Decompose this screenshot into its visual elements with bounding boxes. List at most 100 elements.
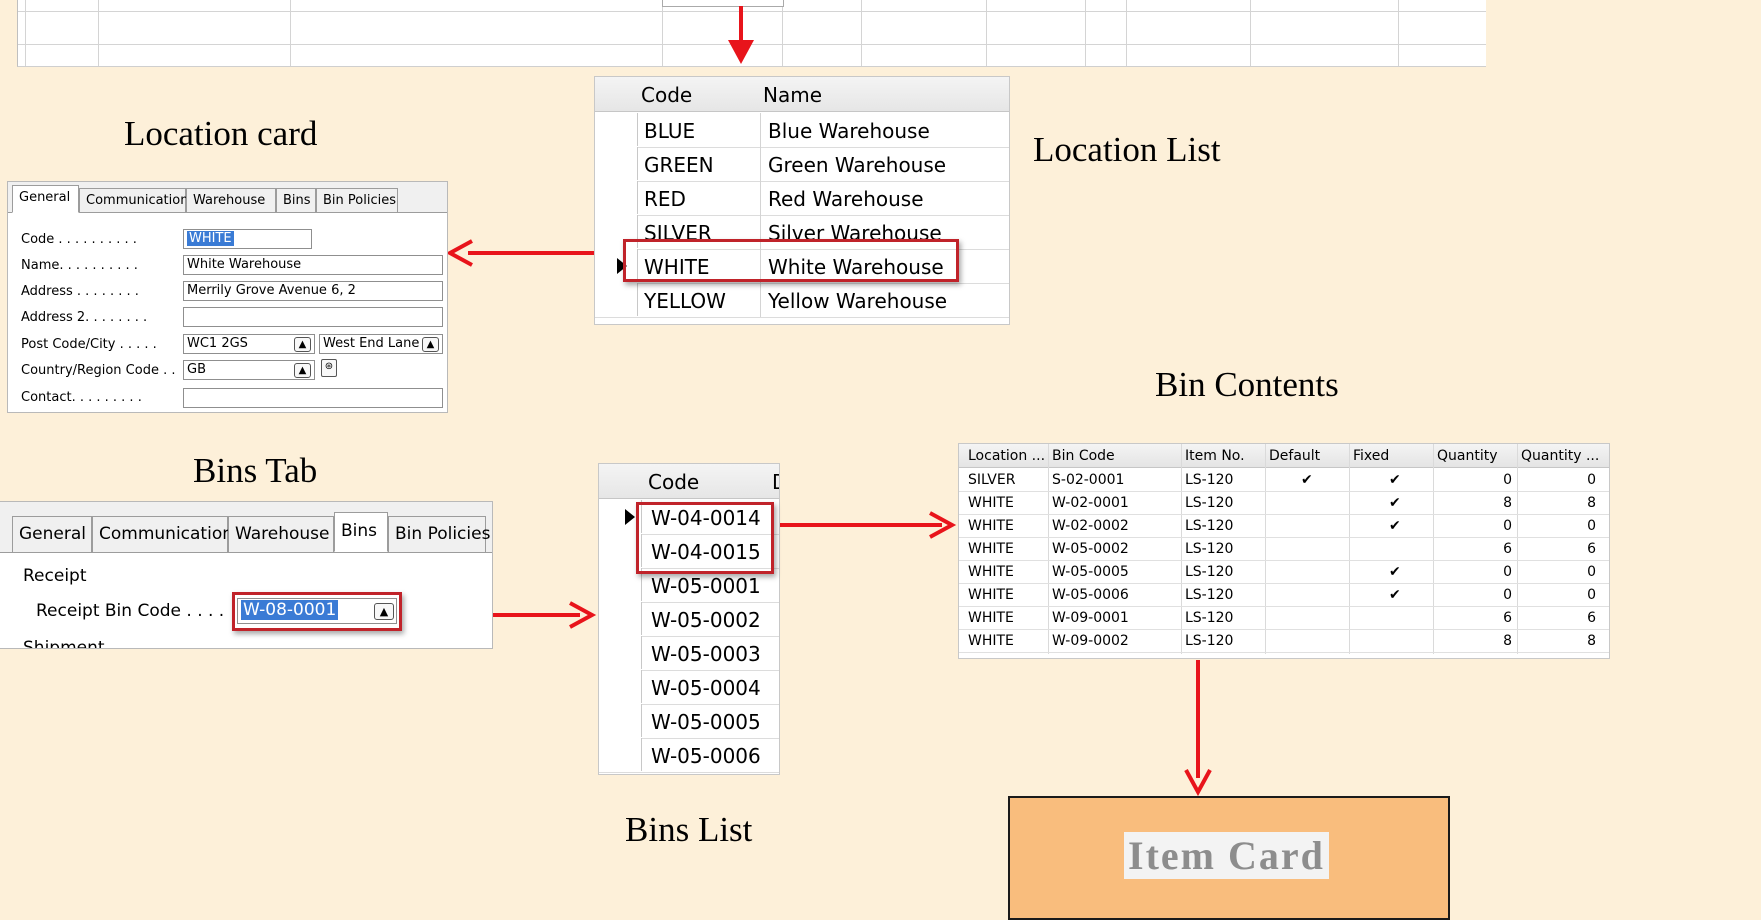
bin-code: W-05-0004 [651,676,761,700]
contact-label: Contact. . . . . . . . . [21,390,142,405]
bin-code: W-05-0002 [651,608,761,632]
item-card-label: Item Card [1124,832,1329,879]
location-code: RED [644,187,686,211]
bin-contents-row[interactable]: WHITE W-05-0002 LS-120 6 6 [959,537,1609,561]
cell-bin-code: W-02-0001 [1052,495,1129,511]
checkmark-icon[interactable]: ✔ [1301,472,1313,488]
cell-quantity-base: 8 [1587,495,1596,511]
globe-icon[interactable]: ⊛ [321,359,337,377]
column-header-item-no[interactable]: Item No. [1185,448,1245,464]
cell-quantity-base: 0 [1587,472,1596,488]
address2-label: Address 2. . . . . . . . [21,310,148,325]
name-field[interactable]: White Warehouse [183,255,443,275]
row-selector[interactable] [599,602,642,635]
row-selector[interactable] [599,738,642,771]
bin-contents-row[interactable]: SILVER S-02-0001 LS-120 ✔ ✔ 0 0 [959,468,1609,492]
row-selector[interactable] [599,670,642,703]
address-field[interactable]: Merrily Grove Avenue 6, 2 [183,281,443,301]
location-name: Blue Warehouse [768,119,930,143]
contact-field[interactable] [183,388,443,408]
cell-quantity: 8 [1503,633,1512,649]
location-list-header: Code Name [595,77,1009,112]
checkmark-icon[interactable]: ✔ [1389,587,1401,603]
cell-quantity: 6 [1503,541,1512,557]
bin-row[interactable]: W-05-0005 [599,704,779,739]
bin-row[interactable]: W-05-0006 [599,738,779,773]
receipt-bin-code-label: Receipt Bin Code . . . . [36,601,225,621]
bin-contents-row[interactable]: WHITE W-02-0001 LS-120 ✔ 8 8 [959,491,1609,515]
bins-list-title: Bins List [625,810,753,849]
tab-bin-policies[interactable]: Bin Policies [316,188,398,212]
cell-location: WHITE [968,518,1014,534]
cell-bin-code: W-02-0002 [1052,518,1129,534]
bin-row[interactable]: W-05-0004 [599,670,779,705]
cell-item-no: LS-120 [1185,610,1234,626]
cell-quantity: 0 [1503,518,1512,534]
tab-bin-policies[interactable]: Bin Policies [388,516,490,552]
row-selector[interactable] [595,181,638,214]
location-card-tabs: General Communication Warehouse Bins Bin… [8,182,447,213]
postcode-lookup-icon[interactable]: ▲ [294,337,311,352]
code-field[interactable]: WHITE [183,229,312,249]
column-header-name[interactable]: Name [763,83,822,107]
location-row-red[interactable]: RED Red Warehouse [595,181,1009,216]
tab-bins[interactable]: Bins [276,188,316,212]
country-region-label: Country/Region Code . . [21,363,176,378]
cell-item-no: LS-120 [1185,541,1234,557]
code-value: WHITE [187,231,234,246]
column-header-description[interactable]: D [772,470,779,494]
cell-item-no: LS-120 [1185,472,1234,488]
tab-communication[interactable]: Communication [79,188,188,212]
item-card-box[interactable]: Item Card [1008,796,1450,920]
row-selector[interactable] [595,283,638,316]
bin-contents-title: Bin Contents [1155,365,1339,404]
cell-quantity-base: 0 [1587,587,1596,603]
checkmark-icon[interactable]: ✔ [1389,472,1401,488]
location-name: Yellow Warehouse [768,289,948,313]
location-card-panel: General Communication Warehouse Bins Bin… [7,181,448,413]
location-row-green[interactable]: GREEN Green Warehouse [595,147,1009,182]
city-lookup-icon[interactable]: ▲ [422,337,439,352]
column-header-location[interactable]: Location ... [968,448,1045,464]
bin-contents-row[interactable]: WHITE W-05-0006 LS-120 ✔ 0 0 [959,583,1609,607]
tab-bins[interactable]: Bins [334,512,388,552]
cell-location: WHITE [968,633,1014,649]
checkmark-icon[interactable]: ✔ [1389,564,1401,580]
location-row-yellow[interactable]: YELLOW Yellow Warehouse [595,283,1009,318]
column-header-fixed[interactable]: Fixed [1353,448,1389,464]
cell-item-no: LS-120 [1185,587,1234,603]
checkmark-icon[interactable]: ✔ [1389,495,1401,511]
address2-field[interactable] [183,307,443,327]
cell-quantity: 8 [1503,495,1512,511]
location-code: GREEN [644,153,714,177]
country-lookup-icon[interactable]: ▲ [294,363,311,378]
column-header-quantity-base[interactable]: Quantity ... [1521,448,1599,464]
column-header-bin-code[interactable]: Bin Code [1052,448,1115,464]
bin-contents-row[interactable]: WHITE W-09-0001 LS-120 6 6 [959,606,1609,630]
tab-warehouse[interactable]: Warehouse [228,516,334,552]
tab-general[interactable]: General [12,185,79,213]
bin-contents-row[interactable]: WHITE W-09-0002 LS-120 8 8 [959,629,1609,653]
cell-location: WHITE [968,610,1014,626]
checkmark-icon[interactable]: ✔ [1389,518,1401,534]
cell-quantity-base: 6 [1587,541,1596,557]
row-selector[interactable] [599,704,642,737]
column-header-default[interactable]: Default [1269,448,1320,464]
tab-communication[interactable]: Communication [92,516,233,552]
row-selector[interactable] [595,147,638,180]
cell-location: SILVER [968,472,1016,488]
tab-general[interactable]: General [12,516,92,552]
row-selector[interactable] [599,636,642,669]
tab-warehouse[interactable]: Warehouse [186,188,276,212]
bin-row[interactable]: W-05-0003 [599,636,779,671]
bin-contents-row[interactable]: WHITE W-05-0005 LS-120 ✔ 0 0 [959,560,1609,584]
cell-bin-code: S-02-0001 [1052,472,1125,488]
row-selector[interactable] [595,113,638,146]
location-row-blue[interactable]: BLUE Blue Warehouse [595,113,1009,148]
bin-contents-row[interactable]: WHITE W-02-0002 LS-120 ✔ 0 0 [959,514,1609,538]
column-header-quantity[interactable]: Quantity [1437,448,1498,464]
cell-bin-code: W-09-0001 [1052,610,1129,626]
column-header-code[interactable]: Code [648,470,699,494]
bin-row[interactable]: W-05-0002 [599,602,779,637]
column-header-code[interactable]: Code [641,83,692,107]
